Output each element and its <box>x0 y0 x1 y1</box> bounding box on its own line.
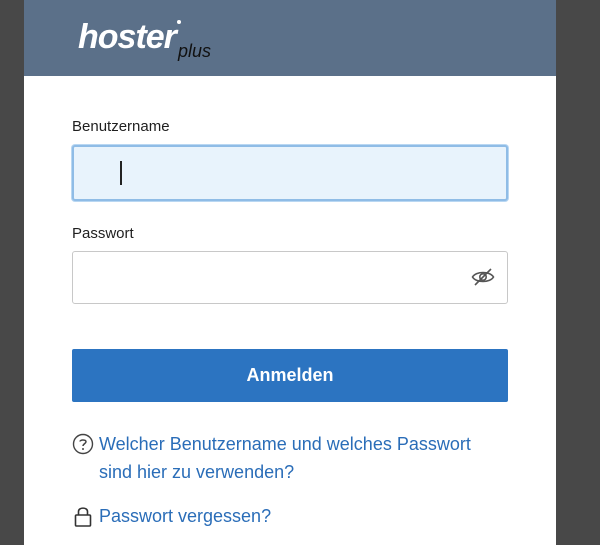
password-label: Passwort <box>72 225 134 242</box>
backdrop-left <box>0 0 24 545</box>
login-panel: hoster plus Benutzername Passwort Anmeld… <box>24 0 556 545</box>
username-label: Benutzername <box>72 118 170 135</box>
logo-sub-text: plus <box>177 41 211 61</box>
text-cursor <box>120 161 122 185</box>
username-input[interactable] <box>72 145 508 201</box>
toggle-password-visibility[interactable] <box>470 265 496 289</box>
login-button[interactable]: Anmelden <box>72 349 508 402</box>
forgot-password-link[interactable]: Passwort vergessen? <box>99 502 271 530</box>
eye-off-icon <box>471 268 495 286</box>
lock-icon <box>74 507 92 527</box>
logo-main-text: hoster <box>78 18 179 56</box>
logo-dot <box>177 20 181 24</box>
question-circle-icon <box>72 433 94 455</box>
header-bar: hoster plus <box>24 0 556 76</box>
password-input[interactable] <box>72 251 508 304</box>
backdrop-right <box>556 0 600 545</box>
hosterplus-logo: hoster plus <box>78 18 211 61</box>
help-link[interactable]: Welcher Benutzername und welches Passwor… <box>99 430 499 486</box>
